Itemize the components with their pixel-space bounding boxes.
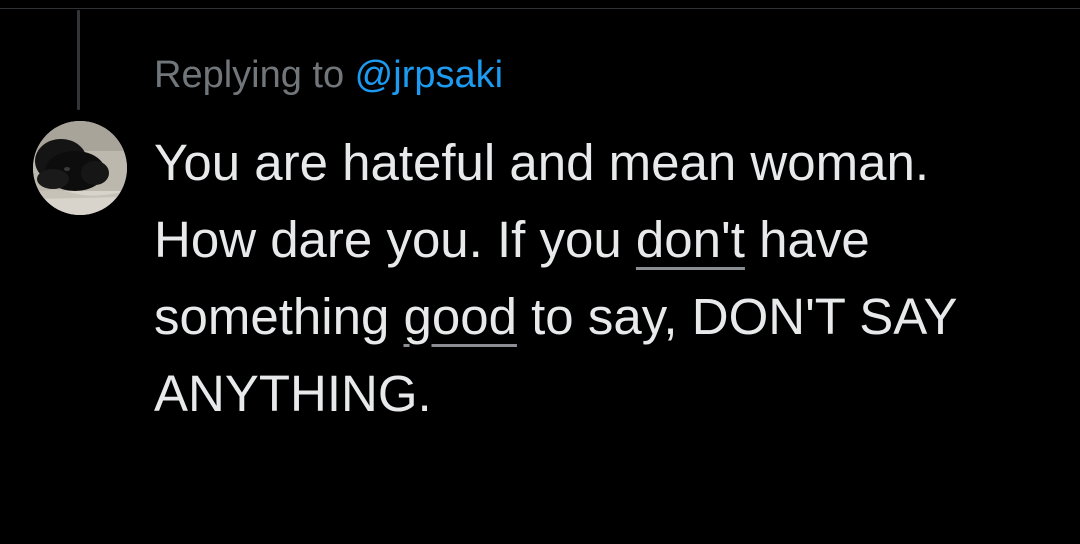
tweet-text-segment: something [154,288,404,345]
replying-to-label: Replying to @jrpsaki [154,52,503,98]
tweet-text-segment: have [744,211,870,268]
tweet-line-4: ANYTHING. [154,365,432,422]
highlighted-word-dont[interactable]: don't [636,211,745,268]
highlighted-word-good[interactable]: good [403,288,516,345]
replying-to-prefix: Replying to [154,54,355,96]
tweet-line-2: How dare you. If you don't have [154,201,1054,278]
thread-connector-line [77,10,80,110]
tweet-text-segment: How dare you. If you [154,211,636,268]
top-divider [0,8,1080,9]
mention-link[interactable]: @jrpsaki [355,54,503,96]
tweet-text-segment: to say, DON'T SAY [516,288,958,345]
reply-screen: Replying to @jrpsaki You are hateful and… [0,0,1080,544]
tweet-line-1: You are hateful and mean woman. [154,134,929,191]
avatar[interactable] [33,121,127,215]
avatar-dog-photo [33,121,127,215]
tweet-line-3: something good to say, DON'T SAY [154,278,1054,355]
tweet-text: You are hateful and mean woman. How dare… [154,124,1054,432]
